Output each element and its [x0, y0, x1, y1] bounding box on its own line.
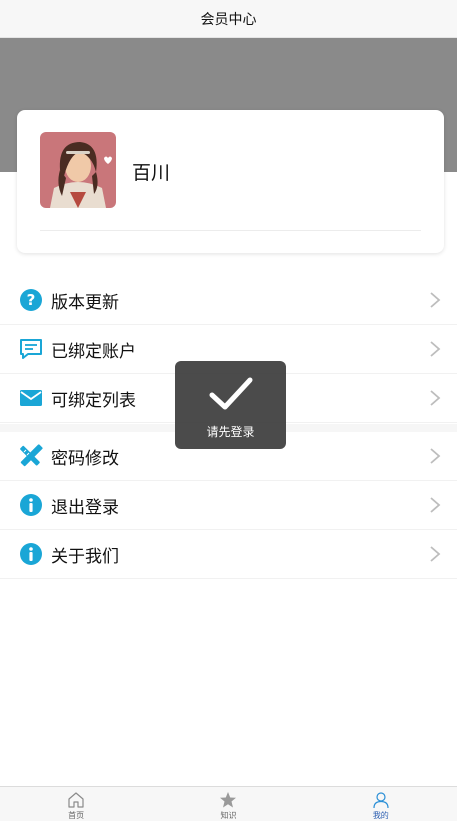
menu-label: 版本更新: [51, 292, 119, 313]
chevron-right-icon: [429, 496, 441, 514]
ruler-pencil-icon: [18, 443, 44, 469]
chevron-right-icon: [429, 340, 441, 358]
avatar[interactable]: [40, 132, 116, 208]
chevron-right-icon: [429, 447, 441, 465]
menu-label: 已绑定账户: [51, 341, 136, 362]
bottom-tab-bar: 首页 知识 我的: [0, 786, 457, 821]
menu-label: 可绑定列表: [51, 390, 136, 411]
info-circle-icon: [18, 541, 44, 567]
username: 百川: [132, 162, 171, 184]
profile-card: 百川: [17, 110, 444, 253]
chevron-right-icon: [429, 291, 441, 309]
home-icon: [67, 791, 85, 809]
tab-label: 知识: [220, 811, 237, 820]
user-icon: [372, 791, 390, 809]
tab-knowledge[interactable]: 知识: [152, 787, 304, 821]
menu-item-version-update[interactable]: ? 版本更新: [0, 276, 457, 325]
tab-home[interactable]: 首页: [0, 787, 152, 821]
card-divider: [40, 230, 421, 231]
question-circle-icon: ?: [18, 287, 44, 313]
menu-item-about-us[interactable]: 关于我们: [0, 530, 457, 579]
menu-label: 密码修改: [51, 448, 119, 469]
mail-icon: [18, 385, 44, 411]
tab-label: 首页: [68, 811, 85, 820]
menu-label: 退出登录: [51, 497, 119, 518]
menu-group-2: 密码修改 退出登录 关于我们: [0, 432, 457, 579]
svg-text:?: ?: [27, 291, 36, 309]
menu-item-logout[interactable]: 退出登录: [0, 481, 457, 530]
info-circle-icon: [18, 492, 44, 518]
header-bar: 会员中心: [0, 0, 457, 38]
message-icon: [18, 336, 44, 362]
chevron-right-icon: [429, 389, 441, 407]
star-icon: [219, 791, 237, 809]
toast-message: 请先登录: [175, 361, 286, 449]
tab-mine[interactable]: 我的: [305, 787, 457, 821]
tab-label: 我的: [372, 811, 389, 820]
menu-label: 关于我们: [51, 546, 119, 567]
checkmark-icon: [208, 375, 254, 413]
toast-text: 请先登录: [206, 425, 255, 439]
page-title: 会员中心: [200, 11, 257, 28]
chevron-right-icon: [429, 545, 441, 563]
